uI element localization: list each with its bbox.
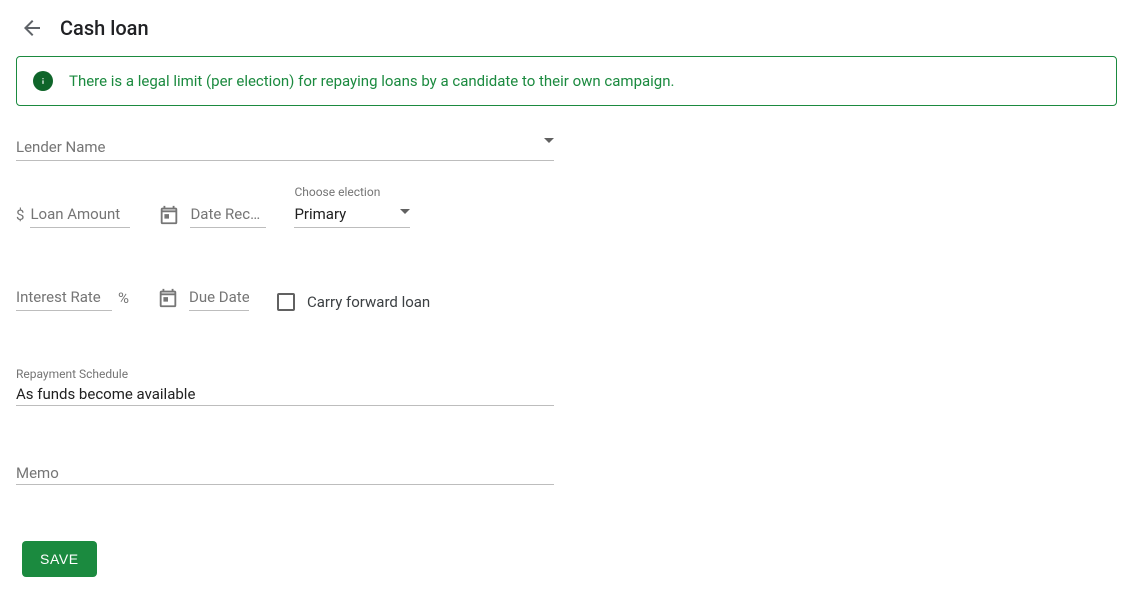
interest-rate-field: % <box>16 284 129 311</box>
lender-name-input[interactable] <box>16 134 554 161</box>
choose-election-label: Choose election <box>294 185 380 199</box>
date-received-field <box>158 201 266 228</box>
page-title: Cash loan <box>60 16 149 40</box>
page-header: Cash loan <box>0 0 1133 40</box>
form-content: There is a legal limit (per election) fo… <box>0 40 1133 593</box>
banner-text: There is a legal limit (per election) fo… <box>69 72 674 90</box>
lender-name-combobox[interactable] <box>16 134 554 161</box>
election-select[interactable]: Primary <box>294 201 410 228</box>
repayment-schedule-input[interactable] <box>16 383 554 406</box>
calendar-icon[interactable] <box>158 204 180 226</box>
loan-amount-input[interactable] <box>30 201 130 228</box>
due-date-field <box>157 284 249 311</box>
percent-suffix: % <box>118 289 129 311</box>
election-selected-value: Primary <box>294 201 410 228</box>
checkbox-box-icon <box>277 293 295 311</box>
due-date-input[interactable] <box>189 284 249 311</box>
memo-input[interactable] <box>16 462 554 485</box>
save-button[interactable]: SAVE <box>22 541 97 577</box>
memo-field <box>16 462 554 485</box>
info-banner: There is a legal limit (per election) fo… <box>16 56 1117 106</box>
repayment-schedule-field: Repayment Schedule <box>16 367 554 406</box>
carry-forward-label: Carry forward loan <box>307 293 430 311</box>
interest-rate-input[interactable] <box>16 284 112 311</box>
dollar-prefix: $ <box>16 206 24 228</box>
back-arrow-icon[interactable] <box>20 16 44 40</box>
repayment-schedule-label: Repayment Schedule <box>16 367 554 381</box>
loan-amount-field: $ <box>16 201 130 228</box>
choose-election-field: Choose election Primary <box>294 201 410 228</box>
info-icon <box>33 71 53 91</box>
calendar-icon[interactable] <box>157 287 179 309</box>
date-received-input[interactable] <box>190 201 266 228</box>
carry-forward-checkbox[interactable]: Carry forward loan <box>277 293 430 311</box>
